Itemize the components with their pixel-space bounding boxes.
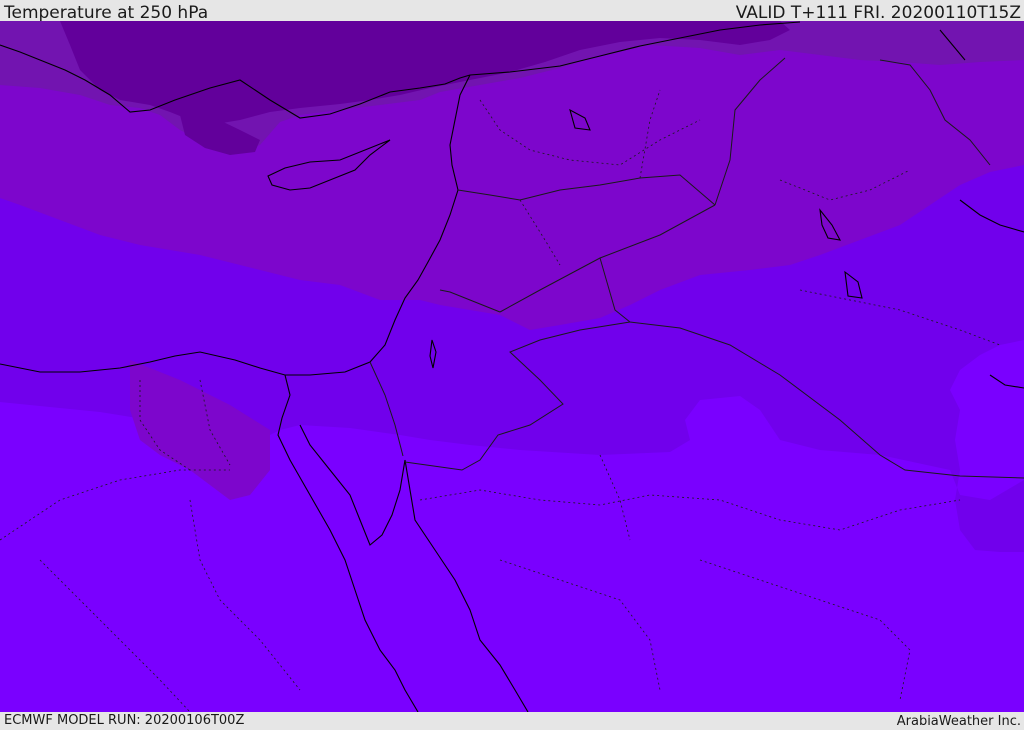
- header-bar: Temperature at 250 hPa VALID T+111 FRI. …: [0, 0, 1024, 23]
- footer-bar: ECMWF MODEL RUN: 20200106T00Z ArabiaWeat…: [0, 712, 1024, 729]
- temperature-map[interactable]: [0, 21, 1024, 712]
- model-run-label: ECMWF MODEL RUN: 20200106T00Z: [4, 713, 245, 728]
- valid-time: VALID T+111 FRI. 20200110T15Z: [735, 3, 1021, 23]
- map-title: Temperature at 250 hPa: [4, 3, 209, 23]
- credit-label: ArabiaWeather Inc.: [896, 714, 1021, 729]
